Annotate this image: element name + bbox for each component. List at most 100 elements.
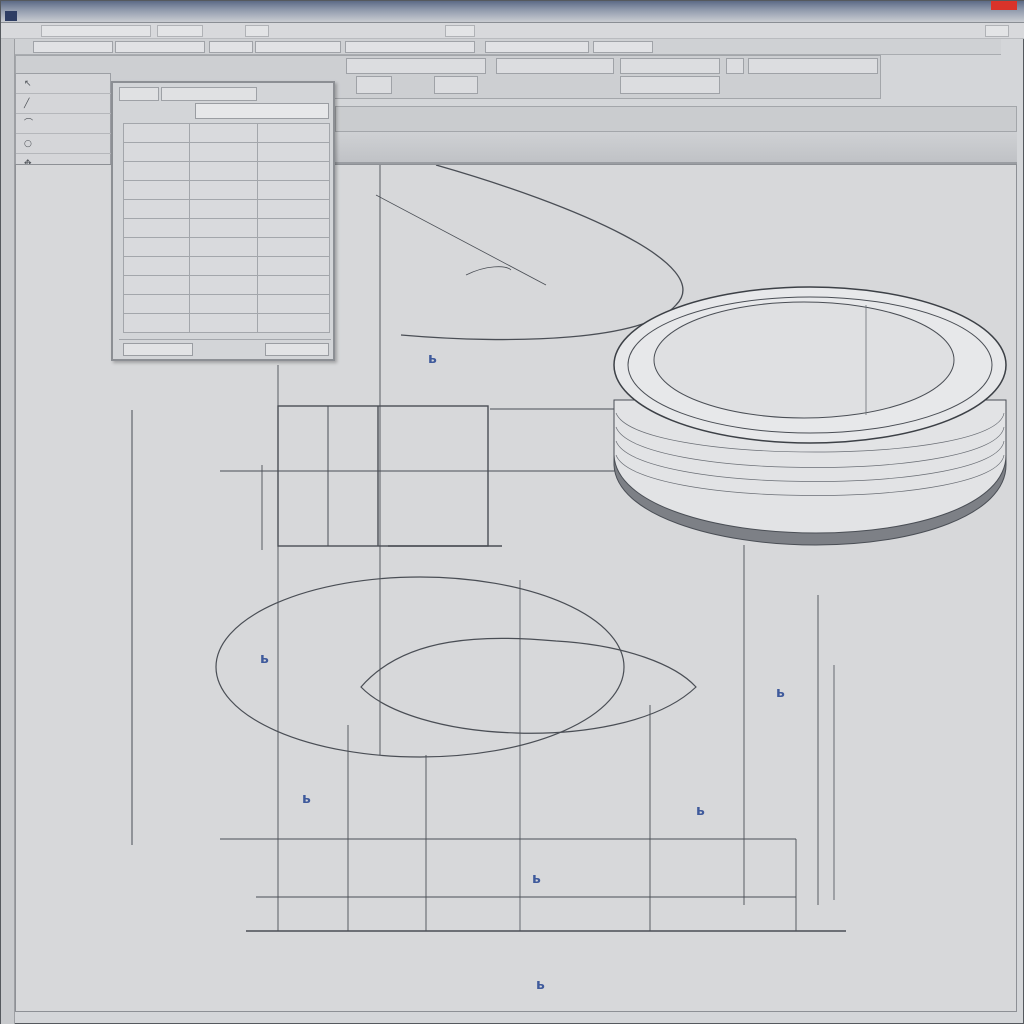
- toolbar-primary: [15, 39, 1001, 55]
- property-extra[interactable]: [257, 161, 330, 181]
- cancel-button[interactable]: [265, 343, 329, 356]
- property-value[interactable]: [189, 142, 258, 162]
- menu-bar: [1, 23, 1024, 39]
- cad-application-window: ↖ ╱ ⌒ ○ ✥ ✂: [0, 0, 1024, 1024]
- property-name: [123, 123, 190, 143]
- construction-line-a: [375, 194, 547, 286]
- property-value[interactable]: [189, 256, 258, 276]
- toolbar-cell-5[interactable]: [748, 58, 878, 74]
- annotation-mark: ь: [776, 685, 785, 701]
- property-extra[interactable]: [257, 199, 330, 219]
- toolbar-cell-4[interactable]: [726, 58, 744, 74]
- select-icon: ↖: [24, 79, 32, 89]
- property-name: [123, 294, 190, 314]
- drawing-tab-strip: [335, 132, 1017, 164]
- left-tool-rail: [1, 39, 15, 1024]
- property-value[interactable]: [189, 218, 258, 238]
- inner-ellipse: [360, 637, 697, 734]
- table-row[interactable]: [123, 313, 330, 333]
- property-name: [123, 199, 190, 219]
- toolbar-cell-2[interactable]: [496, 58, 614, 74]
- property-value[interactable]: [189, 313, 258, 333]
- section-rect: [277, 405, 489, 547]
- toolbar-tertiary: [335, 106, 1017, 132]
- property-name: [123, 218, 190, 238]
- toolbar-field-2[interactable]: [115, 41, 205, 53]
- property-name: [123, 237, 190, 257]
- property-extra[interactable]: [257, 180, 330, 200]
- line-icon: ╱: [24, 99, 30, 109]
- toolbar-cell-1[interactable]: [346, 58, 486, 74]
- properties-tab-2[interactable]: [161, 87, 257, 101]
- property-value[interactable]: [189, 161, 258, 181]
- properties-search-input[interactable]: [195, 103, 329, 119]
- table-row[interactable]: [123, 237, 330, 257]
- table-row[interactable]: [123, 161, 330, 181]
- table-row[interactable]: [123, 142, 330, 162]
- toolbar-field-3[interactable]: [209, 41, 253, 53]
- annotation-mark: ь: [536, 977, 545, 993]
- property-extra[interactable]: [257, 142, 330, 162]
- ok-button[interactable]: [123, 343, 193, 356]
- title-bar: [1, 1, 1024, 23]
- toolbar-field-1[interactable]: [33, 41, 113, 53]
- property-name: [123, 180, 190, 200]
- toolbar-cell-6[interactable]: [356, 76, 392, 94]
- menu-item-4[interactable]: [445, 25, 475, 37]
- property-value[interactable]: [189, 199, 258, 219]
- profile-arc: [400, 165, 684, 341]
- toolbar-field-7[interactable]: [593, 41, 653, 53]
- property-extra[interactable]: [257, 294, 330, 314]
- annotation-mark: ь: [260, 651, 269, 667]
- property-value[interactable]: [189, 275, 258, 295]
- property-value[interactable]: [189, 123, 258, 143]
- property-name: [123, 313, 190, 333]
- property-value[interactable]: [189, 180, 258, 200]
- menu-item-5[interactable]: [985, 25, 1009, 37]
- properties-table: [123, 123, 330, 333]
- property-extra[interactable]: [257, 218, 330, 238]
- sidebar-item-select[interactable]: ↖: [16, 74, 112, 94]
- property-extra[interactable]: [257, 256, 330, 276]
- property-name: [123, 161, 190, 181]
- toolbar-field-6[interactable]: [485, 41, 589, 53]
- toolbar-field-4[interactable]: [255, 41, 341, 53]
- property-extra[interactable]: [257, 275, 330, 295]
- property-value[interactable]: [189, 294, 258, 314]
- properties-footer: [119, 339, 331, 357]
- table-row[interactable]: [123, 275, 330, 295]
- window-title: [5, 11, 17, 21]
- property-extra[interactable]: [257, 237, 330, 257]
- property-extra[interactable]: [257, 123, 330, 143]
- annotation-mark: ь: [532, 871, 541, 887]
- menu-item-3[interactable]: [245, 25, 269, 37]
- table-row[interactable]: [123, 294, 330, 314]
- outer-ellipse: [215, 576, 625, 758]
- annotation-mark: ь: [428, 351, 437, 367]
- menu-item-2[interactable]: [157, 25, 203, 37]
- sidebar-item-circle[interactable]: ○: [16, 134, 112, 154]
- property-extra[interactable]: [257, 313, 330, 333]
- menu-item-1[interactable]: [41, 25, 151, 37]
- table-row[interactable]: [123, 218, 330, 238]
- cylinder-3d-view: [613, 286, 1007, 546]
- table-row[interactable]: [123, 123, 330, 143]
- cylinder-top-face: [653, 301, 955, 419]
- toolbar-cell-3[interactable]: [620, 58, 720, 74]
- table-row[interactable]: [123, 180, 330, 200]
- properties-tab-1[interactable]: [119, 87, 159, 101]
- table-row[interactable]: [123, 199, 330, 219]
- property-name: [123, 142, 190, 162]
- property-value[interactable]: [189, 237, 258, 257]
- close-button[interactable]: [991, 1, 1017, 10]
- toolbar-cell-7[interactable]: [434, 76, 478, 94]
- properties-panel: [111, 81, 335, 361]
- sidebar-item-line[interactable]: ╱: [16, 94, 112, 114]
- construction-arc-a: [465, 266, 512, 276]
- annotation-mark: ь: [302, 791, 311, 807]
- arc-icon: ⌒: [24, 119, 34, 129]
- toolbar-field-5[interactable]: [345, 41, 475, 53]
- table-row[interactable]: [123, 256, 330, 276]
- toolbar-cell-8[interactable]: [620, 76, 720, 94]
- sidebar-item-arc[interactable]: ⌒: [16, 114, 112, 134]
